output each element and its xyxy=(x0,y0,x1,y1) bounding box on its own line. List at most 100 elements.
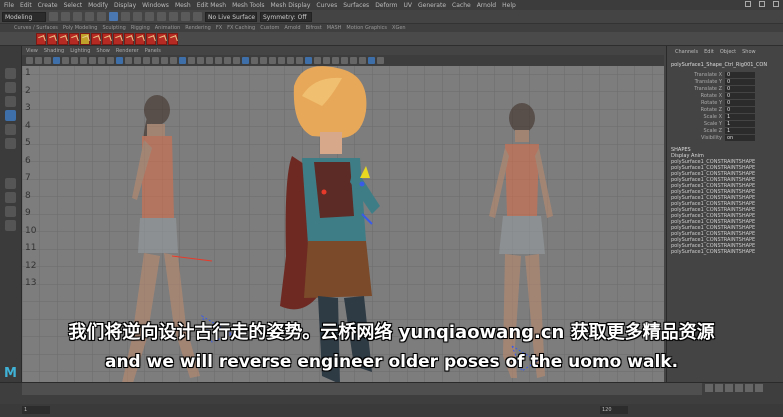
shelf-rig-button[interactable] xyxy=(47,32,57,45)
menu-item[interactable]: File xyxy=(4,2,14,9)
viewport-tool-icon[interactable] xyxy=(224,57,231,64)
save-scene-icon[interactable] xyxy=(73,12,82,21)
attribute-value[interactable]: 0 xyxy=(725,78,755,85)
paint-tool-icon[interactable] xyxy=(5,96,16,107)
viewport-tool-icon[interactable] xyxy=(26,57,33,64)
viewport-tool-icon[interactable] xyxy=(62,57,69,64)
viewport-tool-icon[interactable] xyxy=(305,57,312,64)
attribute-value[interactable]: 0 xyxy=(725,85,755,92)
shelf-tab[interactable]: Sculpting xyxy=(102,25,125,31)
panel-menu-item[interactable]: Lighting xyxy=(70,48,90,54)
ipr-render-icon[interactable] xyxy=(193,12,202,21)
menu-item[interactable]: Surfaces xyxy=(343,2,369,9)
rotate-tool-icon[interactable] xyxy=(5,124,16,135)
menu-item[interactable]: Generate xyxy=(418,2,446,9)
viewport-tool-icon[interactable] xyxy=(152,57,159,64)
shelf-tab[interactable]: Rendering xyxy=(185,25,211,31)
viewport-tool-icon[interactable] xyxy=(215,57,222,64)
panel-menu-item[interactable]: Show xyxy=(96,48,110,54)
shelf-rig-button[interactable] xyxy=(157,32,167,45)
viewport-tool-icon[interactable] xyxy=(323,57,330,64)
viewport-tool-icon[interactable] xyxy=(260,57,267,64)
menu-item[interactable]: Help xyxy=(502,2,516,9)
viewport-tool-icon[interactable] xyxy=(269,57,276,64)
layout-outliner-icon[interactable] xyxy=(5,220,16,231)
shelf-tab[interactable]: MASH xyxy=(327,25,342,31)
viewport-tool-icon[interactable] xyxy=(188,57,195,64)
layout-two-icon[interactable] xyxy=(5,206,16,217)
shelf-tab[interactable]: Poly Modeling xyxy=(63,25,98,31)
viewport-tool-icon[interactable] xyxy=(251,57,258,64)
open-scene-icon[interactable] xyxy=(61,12,70,21)
viewport-tool-icon[interactable] xyxy=(53,57,60,64)
select-component-icon[interactable] xyxy=(133,12,142,21)
scale-tool-icon[interactable] xyxy=(5,138,16,149)
shelf-tab[interactable]: FX Caching xyxy=(227,25,255,31)
viewport-tool-icon[interactable] xyxy=(89,57,96,64)
minimize-icon[interactable] xyxy=(745,1,751,7)
new-scene-icon[interactable] xyxy=(49,12,58,21)
menu-item[interactable]: Mesh xyxy=(175,2,191,9)
menu-item[interactable]: Mesh Display xyxy=(271,2,311,9)
viewport-tool-icon[interactable] xyxy=(134,57,141,64)
symmetry-field[interactable]: Symmetry: Off xyxy=(260,11,312,22)
channel-box-tab[interactable]: Channels xyxy=(675,49,698,62)
menu-item[interactable]: Cache xyxy=(452,2,471,9)
time-slider[interactable] xyxy=(22,383,702,395)
redo-icon[interactable] xyxy=(97,12,106,21)
undo-icon[interactable] xyxy=(85,12,94,21)
shelf-rig-button[interactable] xyxy=(135,32,145,45)
shelf-tab[interactable]: Arnold xyxy=(284,25,300,31)
menu-item[interactable]: Display xyxy=(114,2,136,9)
viewport-tool-icon[interactable] xyxy=(179,57,186,64)
shelf-tab[interactable]: Bifrost xyxy=(306,25,322,31)
viewport-tool-icon[interactable] xyxy=(233,57,240,64)
close-icon[interactable] xyxy=(773,1,779,7)
menu-item[interactable]: Create xyxy=(38,2,58,9)
panel-menu-item[interactable]: View xyxy=(26,48,38,54)
viewport-tool-icon[interactable] xyxy=(206,57,213,64)
attribute-value[interactable]: 1 xyxy=(725,113,755,120)
shelf-rig-button[interactable] xyxy=(91,32,101,45)
select-tool-icon[interactable] xyxy=(5,68,16,79)
shelf-rig-button[interactable] xyxy=(58,32,68,45)
attribute-value[interactable]: 1 xyxy=(725,120,755,127)
go-to-end-icon[interactable] xyxy=(755,384,763,392)
viewport-tool-icon[interactable] xyxy=(377,57,384,64)
range-end-field[interactable]: 120 xyxy=(600,406,628,414)
panel-menu-item[interactable]: Panels xyxy=(145,48,161,54)
viewport-tool-icon[interactable] xyxy=(368,57,375,64)
shelf-rig-button[interactable] xyxy=(36,32,46,45)
snap-point-icon[interactable] xyxy=(169,12,178,21)
channel-box-object-name[interactable]: polySurface1_Shape_Ctrl_Rig001_CON xyxy=(667,62,783,71)
mode-select[interactable]: Modeling xyxy=(2,11,46,22)
maximize-icon[interactable] xyxy=(759,1,765,7)
shelf-rig-button[interactable] xyxy=(113,32,123,45)
viewport-tool-icon[interactable] xyxy=(242,57,249,64)
viewport-tool-icon[interactable] xyxy=(161,57,168,64)
snap-curve-icon[interactable] xyxy=(157,12,166,21)
channel-box-tab[interactable]: Object xyxy=(720,49,736,62)
panel-menu-item[interactable]: Shading xyxy=(44,48,64,54)
viewport-tool-icon[interactable] xyxy=(143,57,150,64)
attribute-value[interactable]: 0 xyxy=(725,99,755,106)
attribute-value[interactable]: on xyxy=(725,134,755,141)
shelf-tab[interactable]: Motion Graphics xyxy=(346,25,387,31)
lasso-tool-icon[interactable] xyxy=(5,82,16,93)
step-forward-icon[interactable] xyxy=(745,384,753,392)
menu-item[interactable]: Select xyxy=(64,2,83,9)
shelf-rig-button[interactable] xyxy=(146,32,156,45)
shelf-tab[interactable]: XGen xyxy=(392,25,406,31)
viewport-tool-icon[interactable] xyxy=(44,57,51,64)
attribute-value[interactable]: 1 xyxy=(725,127,755,134)
menu-item[interactable]: Deform xyxy=(375,2,397,9)
panel-menu-item[interactable]: Renderer xyxy=(116,48,139,54)
menu-item[interactable]: Arnold xyxy=(477,2,496,9)
viewport-tool-icon[interactable] xyxy=(98,57,105,64)
live-surface-field[interactable]: No Live Surface xyxy=(205,11,257,22)
attribute-value[interactable]: 0 xyxy=(725,106,755,113)
shelf-rig-button[interactable] xyxy=(102,32,112,45)
channel-box-tab[interactable]: Show xyxy=(742,49,756,62)
layout-single-icon[interactable] xyxy=(5,178,16,189)
menu-item[interactable]: Edit xyxy=(20,2,32,9)
